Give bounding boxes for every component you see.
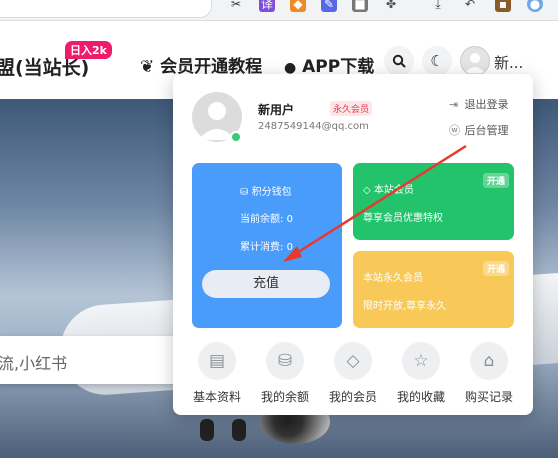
search-button[interactable] <box>384 46 414 76</box>
site-member-title: 本站会员 <box>373 185 414 196</box>
user-dropdown-panel: 新用户 永久会员 2487549144@qq.com ⇥ 退出登录 ⓦ 后台管理… <box>173 74 533 415</box>
wallet-title: 积分钱包 <box>251 187 292 198</box>
wallet-card: ⛁ 积分钱包 当前余额: 0 累计消费: 0 充值 <box>192 163 342 328</box>
site-member-desc: 尊享会员优惠特权 <box>363 213 443 224</box>
theme-toggle-button[interactable]: ☾ <box>422 46 452 76</box>
balance-row: 当前余额: 0 <box>240 214 293 225</box>
basket-icon: ⌂ <box>470 342 508 380</box>
profile-icon[interactable]: ● <box>527 0 543 12</box>
hero-search-input[interactable]: 流,小红书 <box>0 336 184 384</box>
scissors-icon[interactable]: ✂ <box>228 0 244 12</box>
permanent-member-card[interactable]: 本站永久会员 限时开放,尊享永久 开通 <box>353 251 514 328</box>
quick-link-profile[interactable]: ▤ 基本资料 <box>188 342 246 405</box>
user-email: 2487549144@qq.com <box>258 121 369 132</box>
vip-badge: 永久会员 <box>330 101 373 116</box>
id-card-icon: ▤ <box>198 342 236 380</box>
address-bar[interactable]: 春鞍 <box>0 0 212 18</box>
fox-icon[interactable]: ◆ <box>290 0 306 12</box>
moon-icon: ☾ <box>430 52 444 70</box>
recharge-button[interactable]: 充值 <box>202 270 330 298</box>
edit-icon[interactable]: ✎ <box>321 0 337 12</box>
wordpress-icon: ⓦ <box>449 124 460 137</box>
diamond-icon: ◇ <box>363 185 371 196</box>
search-icon <box>392 54 406 68</box>
leaf-icon: ❦ <box>140 57 155 77</box>
logout-icon: ⇥ <box>449 98 459 111</box>
diamond-icon: ◇ <box>334 342 372 380</box>
online-status-dot <box>230 131 242 143</box>
permanent-desc: 限时开放,尊享永久 <box>363 301 447 312</box>
address-text: 春鞍 <box>0 0 17 1</box>
day-badge: 日入2k <box>65 41 112 59</box>
user-menu-label[interactable]: 新... <box>494 52 523 73</box>
avatar[interactable] <box>460 46 490 76</box>
puzzle-icon[interactable]: ✤ <box>383 0 399 12</box>
permanent-title: 本站永久会员 <box>363 273 423 284</box>
open-permanent-button[interactable]: 开通 <box>482 261 509 276</box>
coins-icon: ⛁ <box>240 187 249 198</box>
undo-icon[interactable]: ↶ <box>462 0 478 12</box>
browser-toolbar: 春鞍 ✂ 译 ◆ ✎ ■ ✤ ⤓ ↶ ▪ ● <box>0 0 558 21</box>
quick-link-membership[interactable]: ◇ 我的会员 <box>324 342 382 405</box>
quick-link-favorites[interactable]: ☆ 我的收藏 <box>392 342 450 405</box>
open-member-button[interactable]: 开通 <box>482 173 509 188</box>
search-placeholder: 流,小红书 <box>0 354 68 373</box>
site-member-card[interactable]: ◇ 本站会员 尊享会员优惠特权 开通 <box>353 163 514 240</box>
coins-icon: ⛁ <box>266 342 304 380</box>
quick-link-orders[interactable]: ⌂ 购买记录 <box>460 342 518 405</box>
translate-icon[interactable]: 译 <box>259 0 275 12</box>
logout-link[interactable]: ⇥ 退出登录 <box>449 96 509 112</box>
quick-link-balance[interactable]: ⛁ 我的余额 <box>256 342 314 405</box>
star-icon: ☆ <box>402 342 440 380</box>
username: 新用户 <box>258 103 295 117</box>
cube-icon[interactable]: ■ <box>352 0 368 12</box>
admin-link[interactable]: ⓦ 后台管理 <box>449 122 509 138</box>
briefcase-icon[interactable]: ▪ <box>495 0 511 12</box>
spent-row: 累计消费: 0 <box>240 242 293 253</box>
download-icon[interactable]: ⤓ <box>430 0 446 12</box>
user-icon <box>465 53 485 73</box>
